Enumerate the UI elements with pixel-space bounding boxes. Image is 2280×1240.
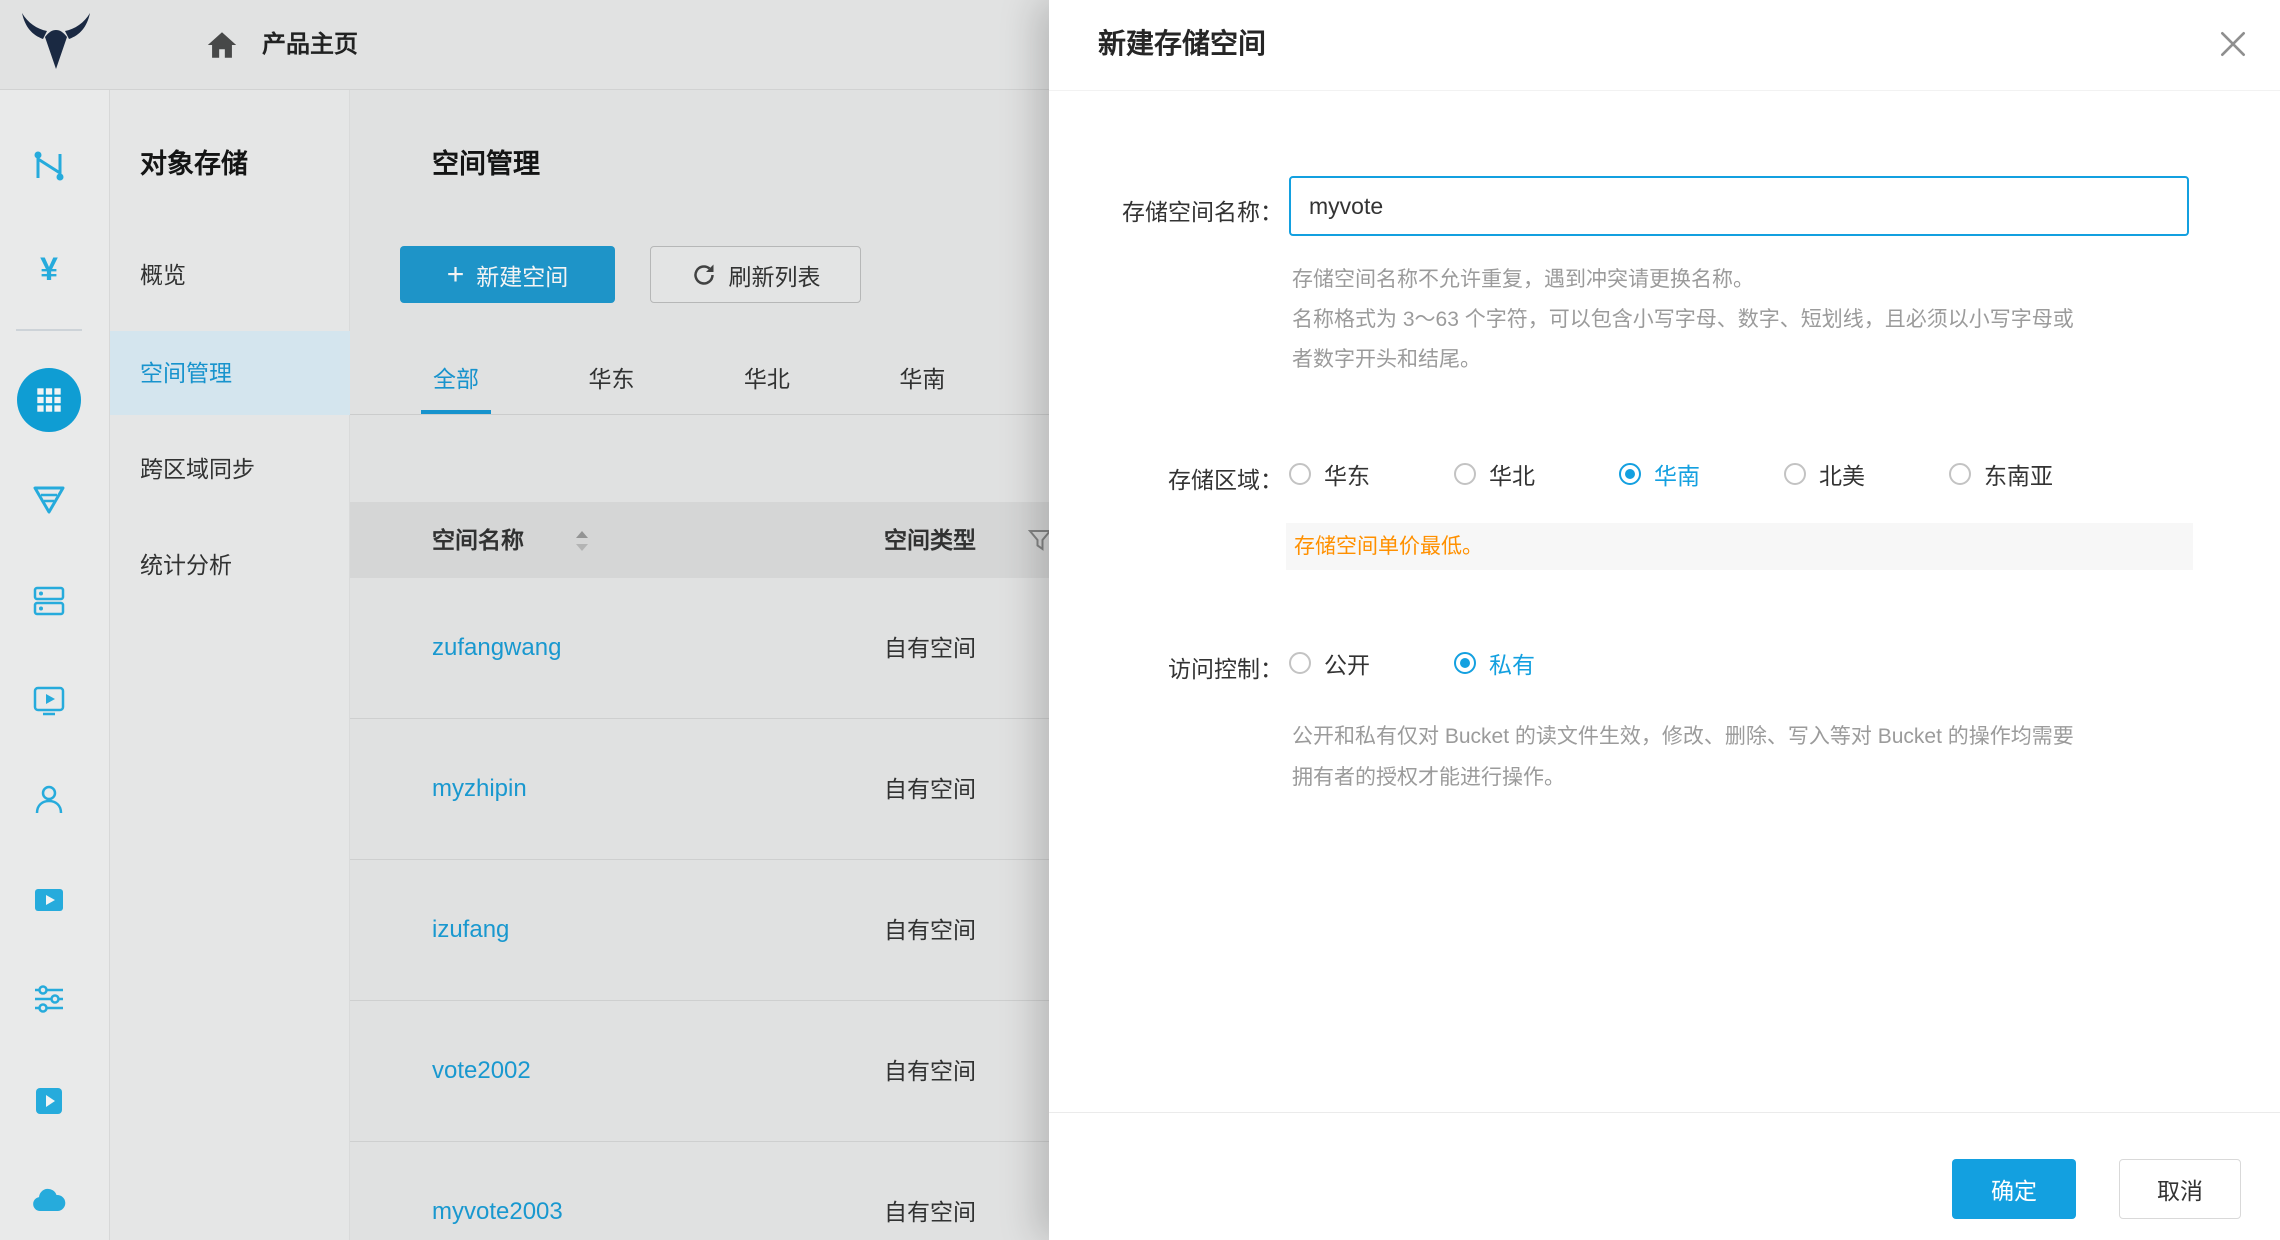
bucket-type-cell: 自有空间	[884, 1001, 976, 1141]
refresh-icon	[691, 262, 717, 288]
bucket-name-label: 存储空间名称：	[1049, 193, 1283, 227]
radio-icon	[1454, 652, 1476, 674]
access-control-label: 访问控制：	[1049, 650, 1283, 684]
sidebar-item-statistics[interactable]: 统计分析	[110, 523, 350, 607]
tab-south-china[interactable]: 华南	[887, 356, 957, 414]
radio-access-public[interactable]: 公开	[1289, 646, 1370, 680]
radio-region-north[interactable]: 华北	[1454, 457, 1535, 491]
column-header-space-name: 空间名称	[432, 502, 524, 578]
bucket-type-cell: 自有空间	[884, 860, 976, 1000]
radio-region-southeast-asia[interactable]: 东南亚	[1949, 457, 2053, 491]
sidebar-title: 对象存储	[140, 142, 248, 181]
storage-grid-icon[interactable]	[17, 368, 81, 432]
yen-icon[interactable]: ¥	[29, 249, 69, 289]
region-price-note: 存储空间单价最低。	[1286, 523, 2193, 570]
bucket-type-cell: 自有空间	[884, 578, 976, 718]
radio-region-east[interactable]: 华东	[1289, 457, 1370, 491]
cloud-icon[interactable]	[29, 1180, 69, 1220]
bucket-type-cell: 自有空间	[884, 1142, 976, 1240]
sort-icon[interactable]	[572, 528, 592, 554]
close-icon[interactable]	[2217, 28, 2249, 60]
radio-icon	[1619, 463, 1641, 485]
sidebar-item-cross-region-sync[interactable]: 跨区域同步	[110, 427, 350, 511]
access-radio-group: 公开 私有	[1289, 648, 1619, 678]
cancel-button[interactable]: 取消	[2119, 1159, 2241, 1219]
radio-icon	[1454, 463, 1476, 485]
app-root: 产品主页 ¥	[0, 0, 2280, 1240]
radio-icon	[1289, 652, 1311, 674]
rail-divider	[16, 329, 82, 331]
tab-north-china[interactable]: 华北	[732, 356, 802, 414]
plus-icon: +	[447, 260, 465, 290]
confirm-button[interactable]: 确定	[1952, 1159, 2076, 1219]
column-header-space-type: 空间类型	[884, 502, 976, 578]
avatar-icon[interactable]	[29, 780, 69, 820]
shelves-icon[interactable]	[29, 581, 69, 621]
drawer-footer-divider	[1049, 1112, 2280, 1113]
radio-icon	[1784, 463, 1806, 485]
region-label: 存储区域：	[1049, 461, 1283, 495]
storage-sidebar: 对象存储 概览 空间管理 跨区域同步 统计分析	[110, 90, 350, 1240]
cdn-icon[interactable]	[29, 146, 69, 186]
bucket-name-link[interactable]: myzhipin	[432, 719, 527, 859]
sidebar-item-space-management[interactable]: 空间管理	[110, 331, 350, 415]
media-tv-icon[interactable]	[29, 680, 69, 720]
bucket-name-input[interactable]	[1289, 176, 2189, 236]
bucket-type-cell: 自有空间	[884, 719, 976, 859]
radio-region-north-america[interactable]: 北美	[1784, 457, 1865, 491]
refresh-list-button[interactable]: 刷新列表	[650, 246, 861, 303]
access-control-help: 公开和私有仅对 Bucket 的读文件生效，修改、删除、写入等对 Bucket …	[1292, 716, 2074, 798]
streaming-triangle-icon[interactable]	[29, 479, 69, 519]
bucket-name-help: 存储空间名称不允许重复，遇到冲突请更换名称。 名称格式为 3～63 个字符，可以…	[1292, 260, 2074, 380]
drawer-title: 新建存储空间	[1098, 22, 1266, 62]
radio-access-private[interactable]: 私有	[1454, 646, 1535, 680]
equalizer-icon[interactable]	[29, 979, 69, 1019]
product-icon-rail: ¥	[0, 90, 110, 1240]
page-title: 空间管理	[432, 142, 540, 181]
new-space-button[interactable]: + 新建空间	[400, 246, 615, 303]
radio-icon	[1949, 463, 1971, 485]
bucket-name-link[interactable]: vote2002	[432, 1001, 531, 1141]
radio-region-south[interactable]: 华南	[1619, 457, 1700, 491]
bucket-name-link[interactable]: myvote2003	[432, 1142, 563, 1240]
home-icon[interactable]	[205, 28, 239, 62]
bucket-name-link[interactable]: izufang	[432, 860, 509, 1000]
qiniu-bull-logo-icon[interactable]	[18, 10, 94, 76]
tab-all[interactable]: 全部	[421, 356, 491, 414]
radio-icon	[1289, 463, 1311, 485]
drawer-header-divider	[1049, 90, 2280, 91]
player-icon[interactable]	[29, 880, 69, 920]
product-home-link[interactable]: 产品主页	[262, 0, 358, 90]
tab-east-china[interactable]: 华东	[576, 356, 646, 414]
sidebar-item-overview[interactable]: 概览	[110, 233, 350, 317]
bucket-name-link[interactable]: zufangwang	[432, 578, 561, 718]
video-square-icon[interactable]	[29, 1081, 69, 1121]
create-bucket-drawer: 新建存储空间 存储空间名称： 存储空间名称不允许重复，遇到冲突请更换名称。 名称…	[1049, 0, 2280, 1240]
region-radio-group: 华东 华北 华南 北美 东南亚	[1289, 459, 2137, 489]
